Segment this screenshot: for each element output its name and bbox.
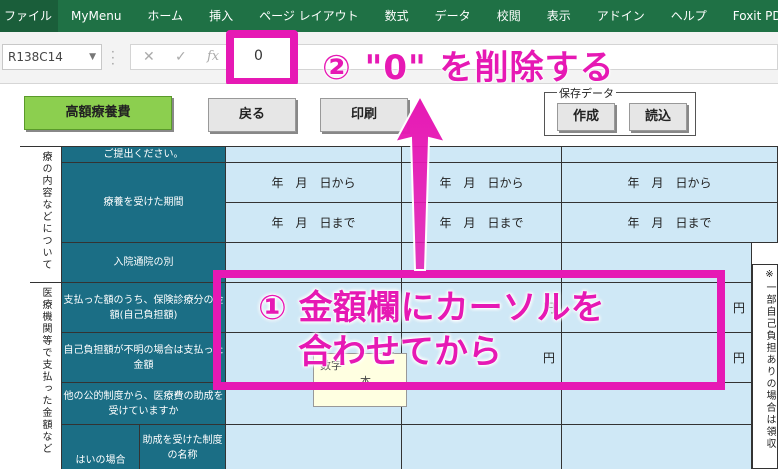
save-data-legend: 保存データ (557, 85, 616, 101)
back-button[interactable]: 戻る (208, 98, 296, 132)
right-side-note: ※一部自己負担ありの場合は領収 (752, 264, 778, 469)
tab-mymenu[interactable]: MyMenu (58, 0, 134, 32)
formula-controls: ✕ ✓ fx (130, 44, 230, 70)
drag-handle-icon[interactable]: · · · (111, 46, 115, 70)
top-note: ご提出ください。 (62, 147, 226, 163)
unknown-label: 自己負担額が不明の場合は支払った金額 (62, 333, 226, 383)
tab-home[interactable]: ホーム (134, 0, 196, 32)
section-institution-label: 医療機関等で支払った金額など (30, 283, 62, 469)
cell-note-3[interactable] (562, 147, 778, 163)
create-button[interactable]: 作成 (557, 103, 615, 131)
inpatient-label: 入院通院の別 (62, 243, 226, 283)
public-aid-label: 他の公的制度から、医療費の助成を受けていますか (62, 383, 226, 425)
tab-addins[interactable]: アドイン (584, 0, 658, 32)
annotation-step-1-line-1: ① 金額欄にカーソルを (258, 288, 606, 329)
fx-icon[interactable]: fx (207, 49, 219, 64)
yes-case-label: はいの場合 (62, 425, 140, 469)
system-name-1[interactable] (226, 425, 402, 469)
formula-value-highlight[interactable]: 0 (226, 30, 298, 86)
cancel-icon[interactable]: ✕ (143, 49, 155, 65)
tab-file[interactable]: ファイル (0, 0, 59, 32)
high-cost-button[interactable]: 高額療養費 (24, 96, 172, 130)
name-box[interactable]: R138C14 ▼ (2, 44, 102, 70)
tab-help[interactable]: ヘルプ (658, 0, 720, 32)
save-data-group: 保存データ 作成 読込 (544, 85, 696, 136)
period-label: 療養を受けた期間 (62, 163, 226, 243)
load-button[interactable]: 読込 (629, 103, 687, 131)
chevron-down-icon[interactable]: ▼ (89, 45, 96, 69)
cell-note-1[interactable] (226, 147, 402, 163)
annotation-step-1-line-2: 合わせてから (298, 332, 503, 373)
period-to-3[interactable]: 年 月 日まで (562, 203, 778, 243)
name-box-value: R138C14 (8, 50, 63, 64)
tab-insert[interactable]: 挿入 (196, 0, 246, 32)
system-name-label: 助成を受けた制度の名称 (140, 425, 226, 469)
tab-foxit[interactable]: Foxit PD (720, 0, 778, 32)
annotation-step-1: ① 金額欄にカーソルを 合わせてから (258, 286, 606, 374)
tab-review[interactable]: 校閲 (484, 0, 534, 32)
period-to-1[interactable]: 年 月 日まで (226, 203, 402, 243)
formula-value: 0 (254, 48, 263, 64)
tab-view[interactable]: 表示 (534, 0, 584, 32)
tab-data[interactable]: データ (422, 0, 484, 32)
paid-label: 支払った額のうち、保険診療分の金額(自己負担額) (62, 283, 226, 333)
period-from-1[interactable]: 年 月 日から (226, 163, 402, 203)
period-from-3[interactable]: 年 月 日から (562, 163, 778, 203)
tab-formulas[interactable]: 数式 (372, 0, 422, 32)
system-name-3[interactable] (562, 425, 752, 469)
ribbon-tabs: ファイル MyMenu ホーム 挿入 ページ レイアウト 数式 データ 校閲 表… (0, 0, 778, 32)
annotation-arrow-icon (393, 93, 447, 271)
tab-page-layout[interactable]: ページ レイアウト (246, 0, 372, 32)
system-name-2[interactable] (402, 425, 562, 469)
enter-icon[interactable]: ✓ (175, 49, 187, 65)
annotation-step-2: ② "0" を削除する (322, 48, 615, 89)
section-treatment-label: 療の内容などについて (30, 147, 62, 283)
